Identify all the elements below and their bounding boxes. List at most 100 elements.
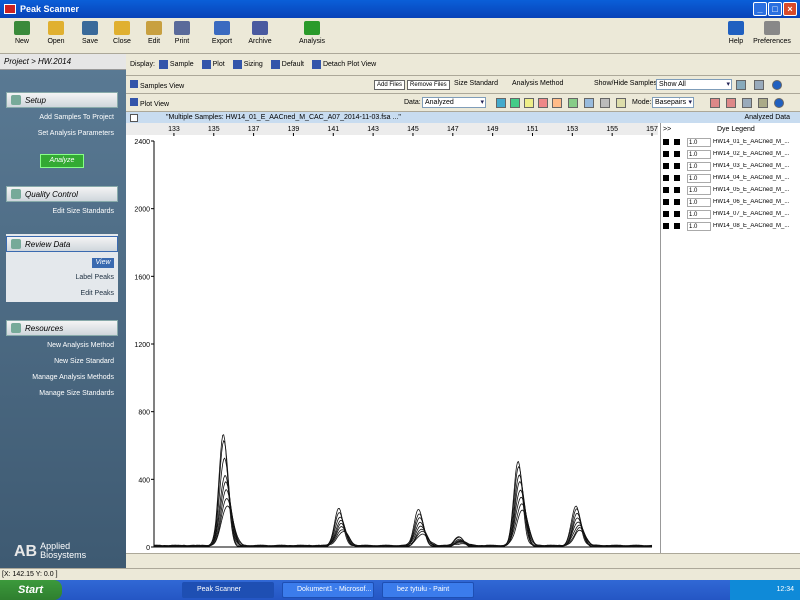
dye-visibility-swatch[interactable] (674, 223, 680, 229)
legend-row[interactable]: 1.0 HW14_07_E_AACned_M_... (663, 209, 797, 219)
display-sizing-option[interactable]: Sizing (232, 60, 263, 69)
plot-table-icon[interactable] (742, 98, 752, 108)
task-peak-scanner[interactable]: Peak Scanner (182, 582, 274, 598)
save-button[interactable]: Save (76, 20, 104, 52)
samples-help-icon[interactable] (772, 80, 782, 90)
plot-view-tab[interactable]: Plot View (130, 98, 169, 108)
close-button[interactable]: Close (108, 20, 136, 52)
mode-select[interactable]: Basepairs (652, 97, 694, 108)
all-dyes-toggle[interactable] (568, 98, 578, 108)
red-dye-toggle[interactable] (538, 98, 548, 108)
dye-color-swatch[interactable] (663, 187, 669, 193)
print-button[interactable]: Print (168, 20, 196, 52)
new-button[interactable]: New (8, 20, 36, 52)
legend-scale-value[interactable]: 1.0 (687, 149, 711, 159)
dye-color-swatch[interactable] (663, 139, 669, 145)
minimize-button[interactable]: _ (753, 2, 767, 16)
show-all-select[interactable]: Show All (656, 79, 732, 90)
edit-button[interactable]: Edit (140, 20, 168, 52)
legend-row[interactable]: 1.0 HW14_05_E_AACned_M_... (663, 185, 797, 195)
legend-scale-value[interactable]: 1.0 (687, 221, 711, 231)
archive-button[interactable]: Archive (246, 20, 274, 52)
dye-visibility-swatch[interactable] (674, 163, 680, 169)
size-standard-dropdown[interactable]: Size Standard (454, 80, 498, 87)
electropherogram-plot[interactable]: 133 135 137 139 141 143 145 147 149 151 153 155 157 0… (126, 123, 658, 553)
plot-settings-icon[interactable] (758, 98, 768, 108)
new-size-standard-link[interactable]: New Size Standard (54, 358, 114, 365)
legend-row[interactable]: 1.0 HW14_01_E_AACned_M_... (663, 137, 797, 147)
plot-select-checkbox[interactable] (130, 113, 138, 122)
samples-view-tab[interactable]: Samples View (130, 80, 184, 90)
set-analysis-parameters-link[interactable]: Set Analysis Parameters (38, 130, 114, 137)
legend-row[interactable]: 1.0 HW14_02_E_AACned_M_... (663, 149, 797, 159)
dye-visibility-swatch[interactable] (674, 139, 680, 145)
dye-color-swatch[interactable] (663, 223, 669, 229)
legend-expand-button[interactable]: >> (663, 126, 671, 133)
plot-edit-icon[interactable] (616, 98, 626, 108)
quality-control-header[interactable]: Quality Control (6, 186, 118, 202)
analysis-method-dropdown[interactable]: Analysis Method (512, 80, 563, 87)
add-samples-link[interactable]: Add Samples To Project (39, 114, 114, 121)
legend-scale-value[interactable]: 1.0 (687, 161, 711, 171)
manage-analysis-methods-link[interactable]: Manage Analysis Methods (32, 374, 114, 381)
plot-help-icon[interactable] (774, 98, 784, 108)
resources-header[interactable]: Resources (6, 320, 118, 336)
display-default-option[interactable]: Default (270, 60, 304, 69)
plot-zoom-icon[interactable] (600, 98, 610, 108)
review-data-header[interactable]: Review Data (6, 236, 118, 252)
display-plot-option[interactable]: Plot (201, 60, 225, 69)
preferences-button[interactable]: Preferences (752, 20, 792, 52)
help-button[interactable]: Help (722, 20, 750, 52)
yellow-dye-toggle[interactable] (524, 98, 534, 108)
plot-bars-icon-1[interactable] (710, 98, 720, 108)
blue-dye-toggle[interactable] (496, 98, 506, 108)
dye-visibility-swatch[interactable] (674, 187, 680, 193)
detach-plot-view-option[interactable]: Detach Plot View (311, 60, 376, 69)
label-peaks-link[interactable]: Label Peaks (75, 274, 114, 281)
display-sample-option[interactable]: Sample (158, 60, 194, 69)
dye-color-swatch[interactable] (663, 163, 669, 169)
close-window-button[interactable]: × (783, 2, 797, 16)
start-button[interactable]: Start (0, 580, 62, 600)
orange-dye-toggle[interactable] (552, 98, 562, 108)
dye-color-swatch[interactable] (663, 199, 669, 205)
export-button[interactable]: Export (208, 20, 236, 52)
legend-scale-value[interactable]: 1.0 (687, 185, 711, 195)
legend-row[interactable]: 1.0 HW14_08_E_AACned_M_... (663, 221, 797, 231)
samples-table-icon[interactable] (754, 80, 764, 90)
legend-row[interactable]: 1.0 HW14_04_E_AACned_M_... (663, 173, 797, 183)
horizontal-scrollbar[interactable] (126, 553, 800, 568)
electropherogram-svg[interactable]: 133 135 137 139 141 143 145 147 149 151 153 155 157 0… (126, 123, 658, 553)
dye-visibility-swatch[interactable] (674, 211, 680, 217)
task-paint[interactable]: bez tytułu - Paint (382, 582, 474, 598)
project-breadcrumb[interactable]: Project > HW.2014 (0, 54, 126, 70)
legend-row[interactable]: 1.0 HW14_03_E_AACned_M_... (663, 161, 797, 171)
dye-visibility-swatch[interactable] (674, 151, 680, 157)
add-files-button[interactable]: Add Files (374, 80, 406, 90)
task-dokument1[interactable]: Dokument1 - Microsof... (282, 582, 374, 598)
dye-color-swatch[interactable] (663, 175, 669, 181)
legend-scale-value[interactable]: 1.0 (687, 209, 711, 219)
green-dye-toggle[interactable] (510, 98, 520, 108)
manage-size-standards-link[interactable]: Manage Size Standards (39, 390, 114, 397)
dye-color-swatch[interactable] (663, 151, 669, 157)
plot-bars-icon-2[interactable] (726, 98, 736, 108)
analyze-button[interactable]: Analyze (40, 154, 84, 168)
new-analysis-method-link[interactable]: New Analysis Method (47, 342, 114, 349)
edit-peaks-link[interactable]: Edit Peaks (81, 290, 114, 297)
analysis-button[interactable]: Analysis (298, 20, 326, 52)
dye-visibility-swatch[interactable] (674, 175, 680, 181)
samples-settings-icon[interactable] (736, 80, 746, 90)
setup-header[interactable]: Setup (6, 92, 118, 108)
maximize-button[interactable]: □ (768, 2, 782, 16)
legend-scale-value[interactable]: 1.0 (687, 197, 711, 207)
open-button[interactable]: Open (42, 20, 70, 52)
view-button[interactable]: View (92, 258, 114, 268)
legend-scale-value[interactable]: 1.0 (687, 137, 711, 147)
legend-row[interactable]: 1.0 HW14_06_E_AACned_M_... (663, 197, 797, 207)
dye-visibility-swatch[interactable] (674, 199, 680, 205)
plot-option-icon[interactable] (584, 98, 594, 108)
data-select[interactable]: Analyzed (422, 97, 486, 108)
dye-color-swatch[interactable] (663, 211, 669, 217)
legend-scale-value[interactable]: 1.0 (687, 173, 711, 183)
